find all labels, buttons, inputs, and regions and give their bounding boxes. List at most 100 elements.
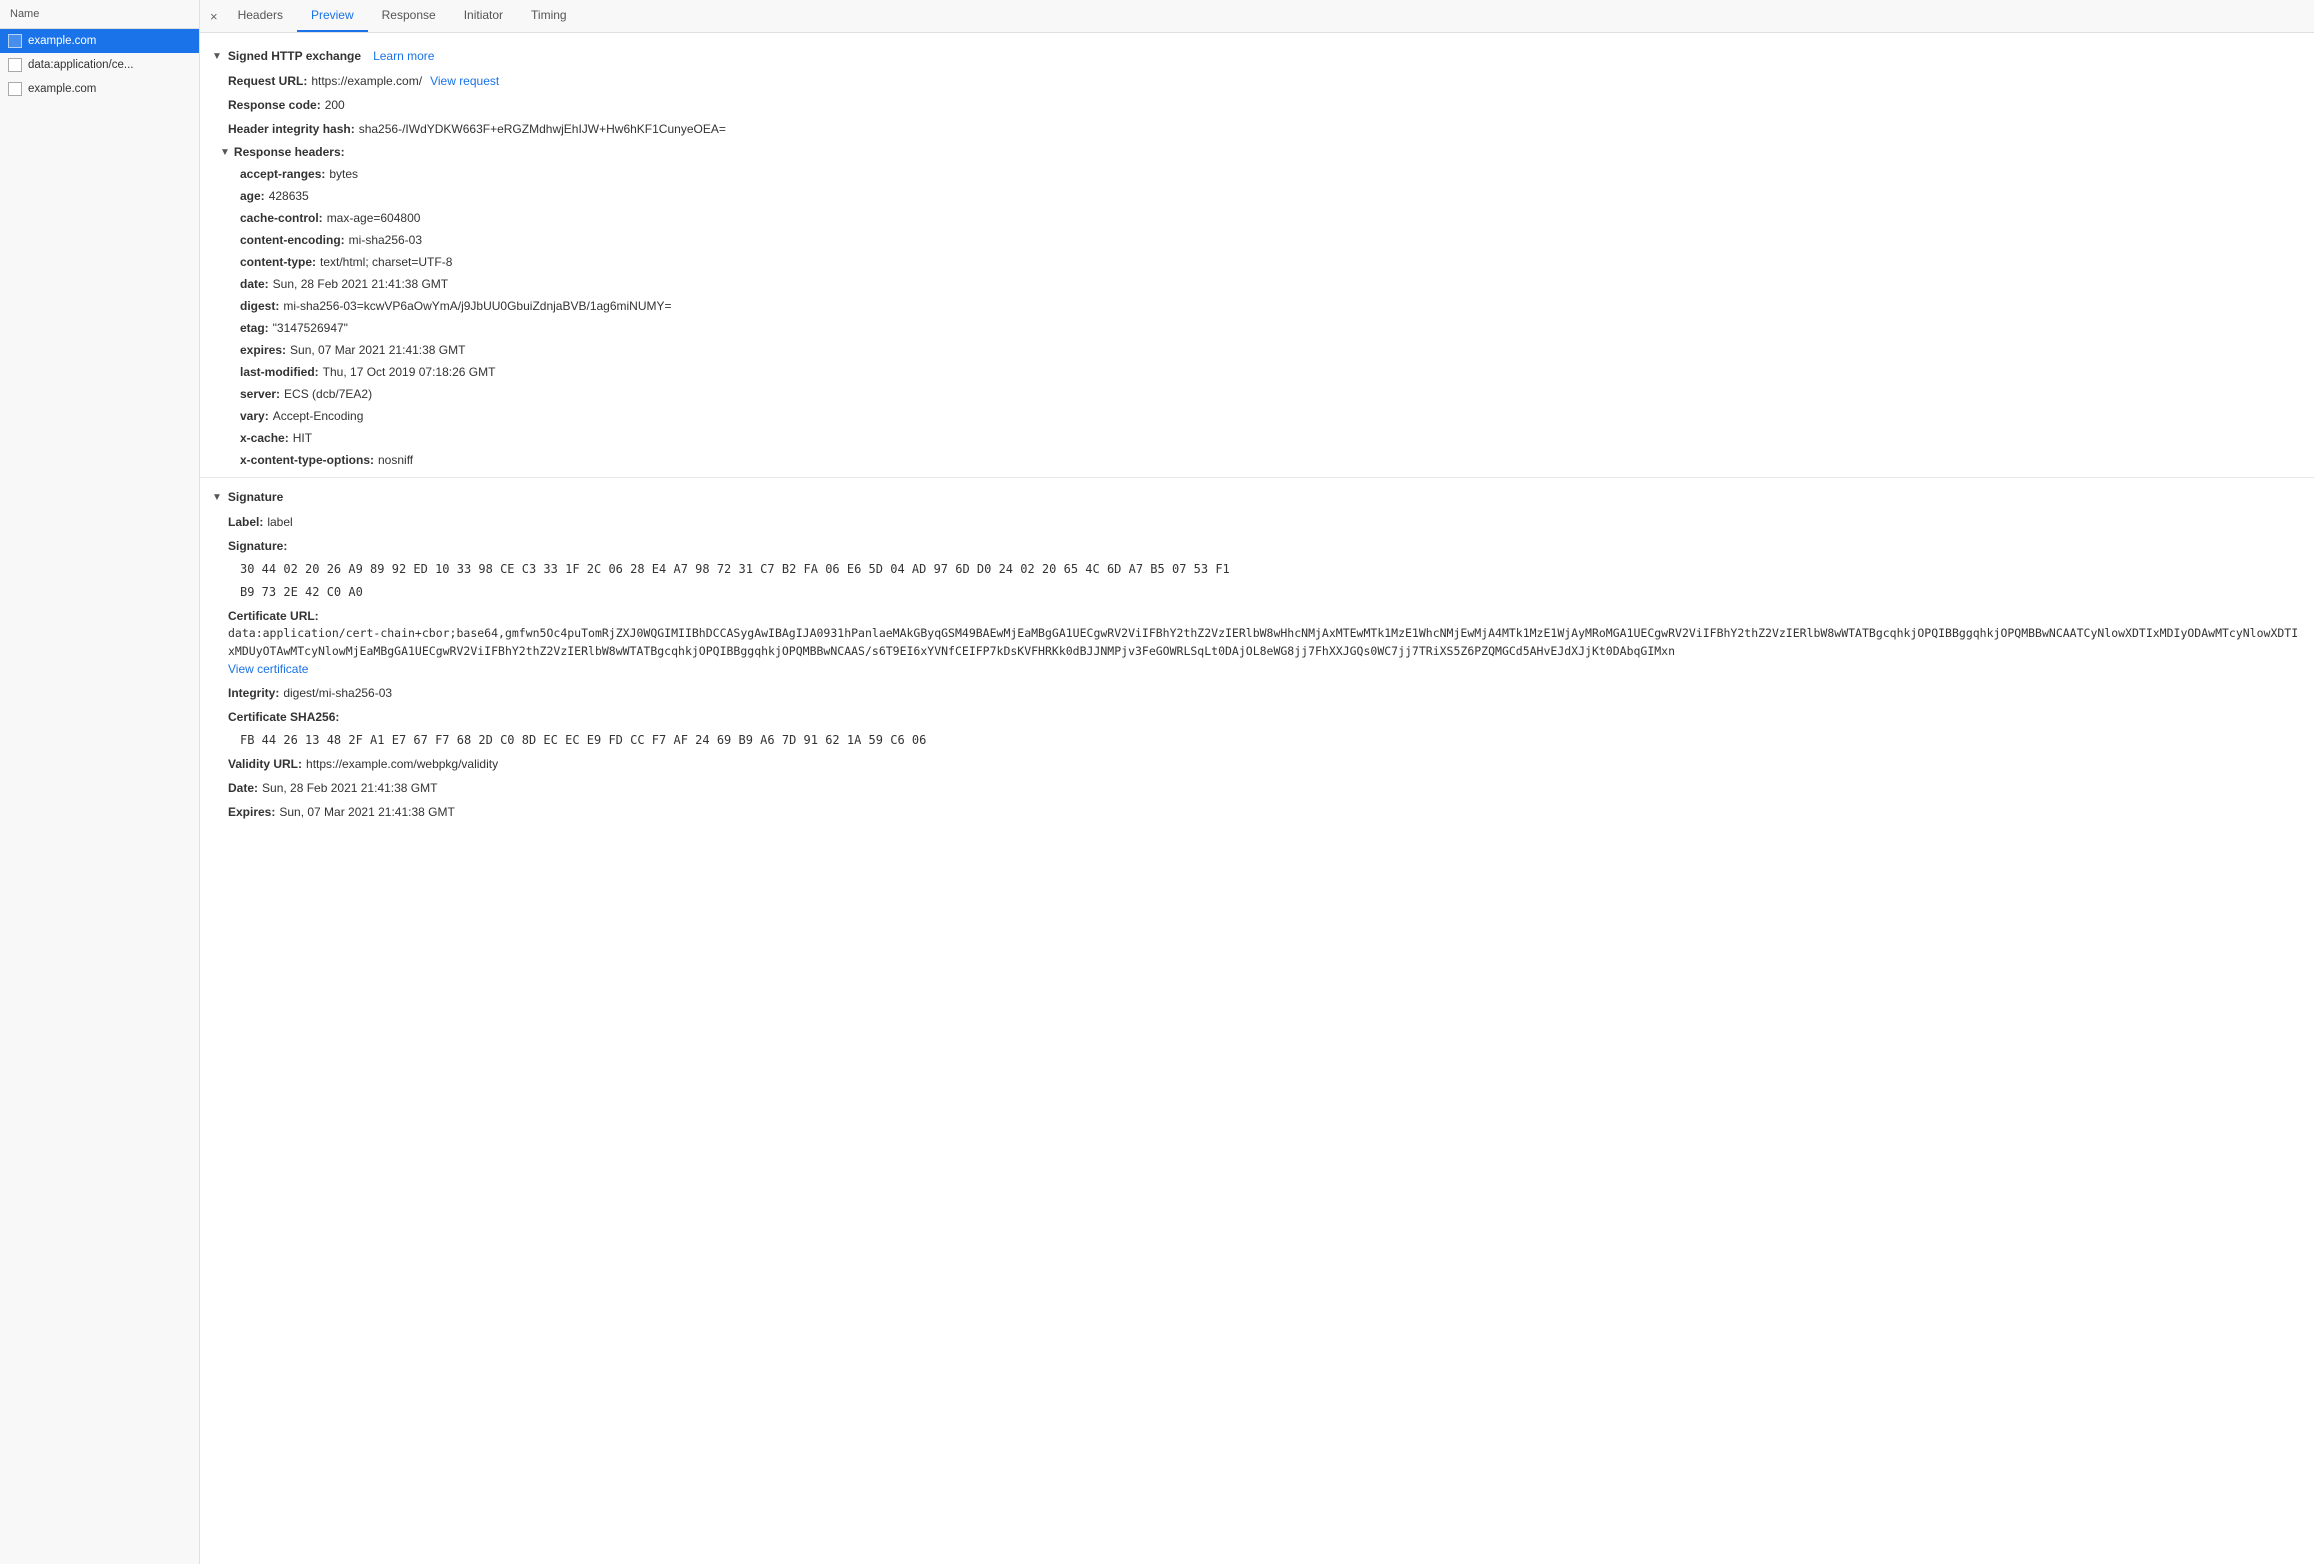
tab-headers[interactable]: Headers <box>224 0 297 32</box>
learn-more-link[interactable]: Learn more <box>373 49 434 63</box>
response-header-key: x-cache: <box>240 429 289 447</box>
sig-label-value: label <box>267 513 292 531</box>
response-header-row: accept-ranges: bytes <box>200 163 2314 185</box>
response-header-row: last-modified: Thu, 17 Oct 2019 07:18:26… <box>200 361 2314 383</box>
validity-url-key: Validity URL: <box>228 755 302 773</box>
cert-sha256-value: FB 44 26 13 48 2F A1 E7 67 F7 68 2D C0 8… <box>200 729 2314 752</box>
cert-url-key: Certificate URL: <box>228 607 319 625</box>
sidebar-item-example-com-2[interactable]: example.com <box>0 77 199 101</box>
response-header-value: bytes <box>329 165 358 183</box>
date-key: Date: <box>228 779 258 797</box>
tab-timing[interactable]: Timing <box>517 0 581 32</box>
response-header-key: date: <box>240 275 269 293</box>
response-header-row: cache-control: max-age=604800 <box>200 207 2314 229</box>
validity-url-value: https://example.com/webpkg/validity <box>306 755 498 773</box>
sig-bytes-key: Signature: <box>228 537 287 555</box>
request-url-row: Request URL: https://example.com/ View r… <box>200 69 2314 93</box>
sidebar-item-label-2: data:application/ce... <box>28 59 134 71</box>
request-url-value: https://example.com/ <box>311 72 422 90</box>
response-header-row: server: ECS (dcb/7EA2) <box>200 383 2314 405</box>
sidebar-item-label-3: example.com <box>28 83 96 95</box>
response-header-value: 428635 <box>269 187 309 205</box>
header-integrity-hash-row: Header integrity hash: sha256-/IWdYDKW66… <box>200 117 2314 141</box>
validity-url-row: Validity URL: https://example.com/webpkg… <box>200 752 2314 776</box>
response-header-value: max-age=604800 <box>327 209 421 227</box>
response-header-value: HIT <box>293 429 312 447</box>
tab-response[interactable]: Response <box>368 0 450 32</box>
response-header-row: content-encoding: mi-sha256-03 <box>200 229 2314 251</box>
response-code-value: 200 <box>325 96 345 114</box>
expires-row: Expires: Sun, 07 Mar 2021 21:41:38 GMT <box>200 800 2314 824</box>
response-header-row: age: 428635 <box>200 185 2314 207</box>
main-panel: × Headers Preview Response Initiator Tim… <box>200 0 2314 1564</box>
cert-url-row: Certificate URL: data:application/cert-c… <box>200 604 2314 681</box>
file-icon-1 <box>8 34 22 48</box>
tab-preview[interactable]: Preview <box>297 0 368 32</box>
sig-label-key: Label: <box>228 513 263 531</box>
file-icon-3 <box>8 82 22 96</box>
response-header-key: last-modified: <box>240 363 319 381</box>
view-request-link[interactable]: View request <box>430 72 499 90</box>
cert-sha256-key: Certificate SHA256: <box>228 708 339 726</box>
response-header-value: "3147526947" <box>273 319 348 337</box>
integrity-value: digest/mi-sha256-03 <box>283 684 392 702</box>
response-header-value: mi-sha256-03=kcwVP6aOwYmA/j9JbUU0GbuiZdn… <box>283 297 671 315</box>
sidebar-item-data-app[interactable]: data:application/ce... <box>0 53 199 77</box>
signed-http-exchange-header[interactable]: ▼ Signed HTTP exchange Learn more <box>200 43 2314 69</box>
response-header-value: mi-sha256-03 <box>349 231 422 249</box>
response-headers-list: accept-ranges: bytesage: 428635cache-con… <box>200 163 2314 471</box>
response-header-row: content-type: text/html; charset=UTF-8 <box>200 251 2314 273</box>
request-url-key: Request URL: <box>228 72 307 90</box>
sidebar-header: Name <box>0 0 199 29</box>
triangle-icon-she: ▼ <box>212 51 222 62</box>
signature-section-label: Signature <box>228 490 283 504</box>
sig-bytes-line2: B9 73 2E 42 C0 A0 <box>200 581 2314 604</box>
response-headers-label: Response headers: <box>234 145 345 159</box>
sidebar-item-example-com-main[interactable]: example.com <box>0 29 199 53</box>
integrity-key: Integrity: <box>228 684 279 702</box>
cert-url-value: data:application/cert-chain+cbor;base64,… <box>228 625 2302 660</box>
triangle-icon-sig: ▼ <box>212 492 222 503</box>
response-header-key: accept-ranges: <box>240 165 325 183</box>
expires-key: Expires: <box>228 803 275 821</box>
response-header-key: age: <box>240 187 265 205</box>
sidebar-item-label-1: example.com <box>28 35 96 47</box>
response-header-key: expires: <box>240 341 286 359</box>
response-header-value: Sun, 28 Feb 2021 21:41:38 GMT <box>273 275 448 293</box>
response-header-row: x-cache: HIT <box>200 427 2314 449</box>
response-header-key: etag: <box>240 319 269 337</box>
response-code-row: Response code: 200 <box>200 93 2314 117</box>
integrity-row: Integrity: digest/mi-sha256-03 <box>200 681 2314 705</box>
response-header-key: content-type: <box>240 253 316 271</box>
cert-sha256-row: Certificate SHA256: <box>200 705 2314 729</box>
content-area: ▼ Signed HTTP exchange Learn more Reques… <box>200 33 2314 1564</box>
response-header-key: content-encoding: <box>240 231 345 249</box>
section-divider <box>200 477 2314 478</box>
response-headers-sub-header[interactable]: ▼ Response headers: <box>200 141 2314 163</box>
file-icon-2 <box>8 58 22 72</box>
sidebar: Name example.com data:application/ce... … <box>0 0 200 1564</box>
signed-http-exchange-label: Signed HTTP exchange <box>228 49 361 63</box>
tab-initiator[interactable]: Initiator <box>450 0 517 32</box>
sig-label-row: Label: label <box>200 510 2314 534</box>
response-header-value: Accept-Encoding <box>273 407 364 425</box>
response-header-key: server: <box>240 385 280 403</box>
response-header-value: ECS (dcb/7EA2) <box>284 385 372 403</box>
view-certificate-link[interactable]: View certificate <box>228 660 308 678</box>
response-header-key: digest: <box>240 297 279 315</box>
sig-bytes-key-row: Signature: <box>200 534 2314 558</box>
response-header-row: date: Sun, 28 Feb 2021 21:41:38 GMT <box>200 273 2314 295</box>
header-integrity-hash-key: Header integrity hash: <box>228 120 355 138</box>
header-integrity-hash-value: sha256-/IWdYDKW663F+eRGZMdhwjEhIJW+Hw6hK… <box>359 120 726 138</box>
tab-close-button[interactable]: × <box>204 1 224 32</box>
response-header-row: etag: "3147526947" <box>200 317 2314 339</box>
signature-section-header[interactable]: ▼ Signature <box>200 484 2314 510</box>
response-header-value: Sun, 07 Mar 2021 21:41:38 GMT <box>290 341 465 359</box>
response-header-value: nosniff <box>378 451 413 469</box>
response-header-row: expires: Sun, 07 Mar 2021 21:41:38 GMT <box>200 339 2314 361</box>
date-row: Date: Sun, 28 Feb 2021 21:41:38 GMT <box>200 776 2314 800</box>
response-header-key: vary: <box>240 407 269 425</box>
response-header-key: x-content-type-options: <box>240 451 374 469</box>
response-header-value: text/html; charset=UTF-8 <box>320 253 452 271</box>
response-header-row: x-content-type-options: nosniff <box>200 449 2314 471</box>
